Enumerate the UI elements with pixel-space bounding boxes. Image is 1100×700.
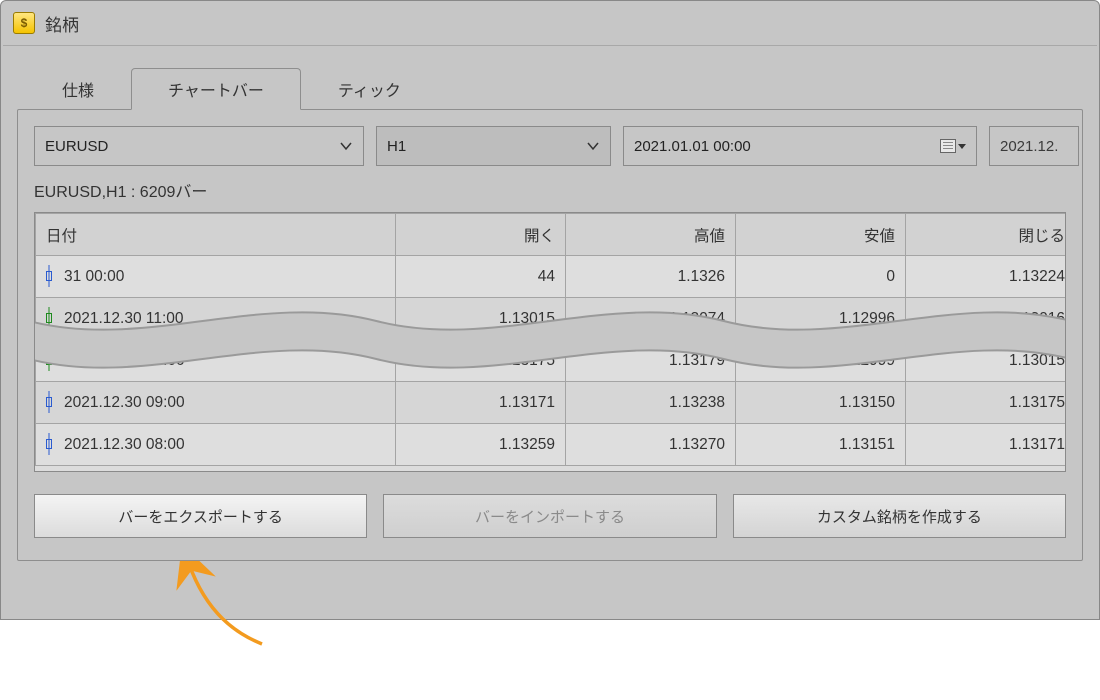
cell-date: 31 00:00 <box>36 256 396 298</box>
cell-open: 1.13259 <box>396 424 566 466</box>
symbols-window-icon: $ <box>13 12 35 34</box>
export-bars-button[interactable]: バーをエクスポートする <box>34 494 367 538</box>
tab-panel: EURUSD H1 2021.01.01 00:00 <box>17 109 1083 561</box>
cell-open: 44 <box>396 256 566 298</box>
col-date[interactable]: 日付 <box>36 214 396 256</box>
create-custom-symbol-button[interactable]: カスタム銘柄を作成する <box>733 494 1066 538</box>
tab-spec[interactable]: 仕様 <box>25 68 131 110</box>
candle-icon <box>44 268 54 284</box>
symbols-window: $ 銘柄 仕様 チャートバー ティック EURUSD H1 <box>0 0 1100 620</box>
chevron-down-icon <box>339 139 353 153</box>
cell-high: 1.13074 <box>566 298 736 340</box>
cell-date: 2021.12.30 08:00 <box>36 424 396 466</box>
cell-close: 1.13015 <box>906 340 1067 382</box>
cell-open: 1.13171 <box>396 382 566 424</box>
date-from-value: 2021.01.01 00:00 <box>634 138 751 155</box>
cell-low: 1.12996 <box>736 298 906 340</box>
col-low[interactable]: 安値 <box>736 214 906 256</box>
tab-tick[interactable]: ティック <box>301 68 438 110</box>
cell-close: 1.13224 <box>906 256 1067 298</box>
cell-close: 1.13016 <box>906 298 1067 340</box>
candle-icon <box>44 436 54 452</box>
date-from-input[interactable]: 2021.01.01 00:00 <box>623 126 977 166</box>
table-row[interactable]: 2021.12.30 08:001.132591.132701.131511.1… <box>36 424 1067 466</box>
bar-count-status: EURUSD,H1 : 6209バー <box>34 178 1066 202</box>
candle-icon <box>44 310 54 326</box>
col-close[interactable]: 閉じる <box>906 214 1067 256</box>
cell-open: 1.13175 <box>396 340 566 382</box>
cell-low: 1.12999 <box>736 340 906 382</box>
chevron-down-icon <box>586 139 600 153</box>
candle-icon <box>44 352 54 368</box>
symbol-select[interactable]: EURUSD <box>34 126 364 166</box>
cell-high: 1.1326 <box>566 256 736 298</box>
symbol-value: EURUSD <box>45 138 108 155</box>
cell-date: 2021.12.30 10:00 <box>36 340 396 382</box>
table-row[interactable]: 31 00:00441.132601.13224 <box>36 256 1067 298</box>
cell-date: 2021.12.30 09:00 <box>36 382 396 424</box>
cell-low: 1.13150 <box>736 382 906 424</box>
tabs: 仕様 チャートバー ティック <box>25 68 1083 110</box>
cell-high: 1.13270 <box>566 424 736 466</box>
table-row[interactable]: 2021.12.30 10:001.131751.131791.129991.1… <box>36 340 1067 382</box>
content-area: 仕様 チャートバー ティック EURUSD H1 <box>1 46 1099 577</box>
col-high[interactable]: 高値 <box>566 214 736 256</box>
col-open[interactable]: 開く <box>396 214 566 256</box>
bars-table-wrap: 日付 開く 高値 安値 閉じる 31 00:00441.132601.13224… <box>34 212 1066 472</box>
import-bars-button[interactable]: バーをインポートする <box>383 494 716 538</box>
table-row[interactable]: 2021.12.30 09:001.131711.132381.131501.1… <box>36 382 1067 424</box>
cell-close: 1.13171 <box>906 424 1067 466</box>
filters-row: EURUSD H1 2021.01.01 00:00 <box>34 126 1066 166</box>
button-row: バーをエクスポートする バーをインポートする カスタム銘柄を作成する <box>34 494 1066 538</box>
date-to-value: 2021.12. <box>1000 138 1058 155</box>
cell-low: 0 <box>736 256 906 298</box>
table-header-row: 日付 開く 高値 安値 閉じる <box>36 214 1067 256</box>
date-to-input[interactable]: 2021.12. <box>989 126 1079 166</box>
timeframe-select[interactable]: H1 <box>376 126 611 166</box>
window-title: 銘柄 <box>45 11 79 36</box>
cell-low: 1.13151 <box>736 424 906 466</box>
timeframe-value: H1 <box>387 138 406 155</box>
cell-date: 2021.12.30 11:00 <box>36 298 396 340</box>
candle-icon <box>44 394 54 410</box>
bars-table: 日付 開く 高値 安値 閉じる 31 00:00441.132601.13224… <box>35 213 1066 466</box>
cell-open: 1.13015 <box>396 298 566 340</box>
calendar-dropdown-icon[interactable] <box>940 139 966 153</box>
cell-close: 1.13175 <box>906 382 1067 424</box>
table-row[interactable]: 2021.12.30 11:001.130151.130741.129961.1… <box>36 298 1067 340</box>
titlebar: $ 銘柄 <box>1 1 1099 45</box>
cell-high: 1.13238 <box>566 382 736 424</box>
cell-high: 1.13179 <box>566 340 736 382</box>
tab-chartbar[interactable]: チャートバー <box>131 68 301 110</box>
